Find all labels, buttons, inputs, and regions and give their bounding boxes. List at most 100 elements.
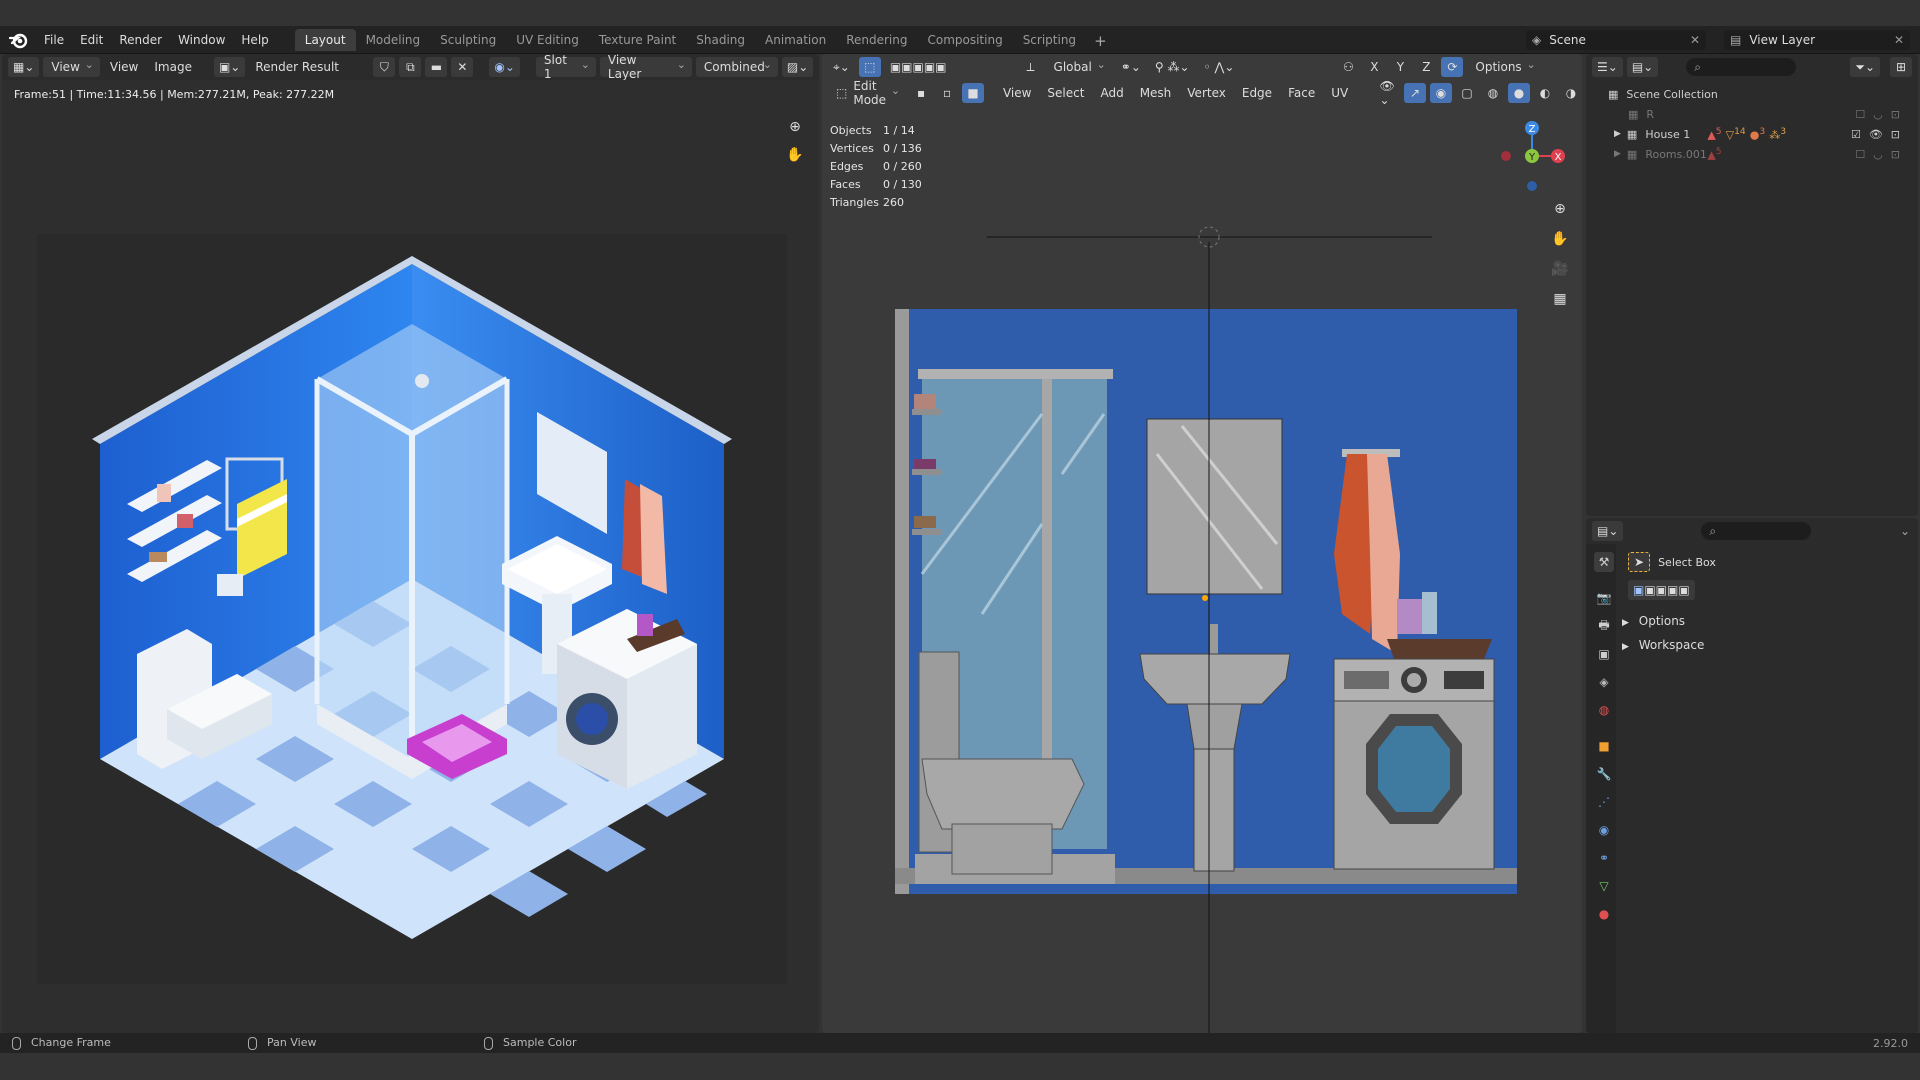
menu-face[interactable]: Face xyxy=(1282,86,1321,100)
particles-tab-icon[interactable]: ⋰ xyxy=(1594,792,1614,812)
display-channels-icon[interactable]: ▨⌄ xyxy=(781,57,814,77)
options-section[interactable]: ▶ Options xyxy=(1622,614,1685,628)
layer-dropdown[interactable]: View Layer xyxy=(599,54,692,81)
tool-tab-icon[interactable]: ⚒ xyxy=(1594,552,1614,572)
outliner-editor-type-icon[interactable]: ☰⌄ xyxy=(1592,57,1623,77)
visibility-icon[interactable]: 👁⌄ xyxy=(1374,79,1400,107)
menu-mesh[interactable]: Mesh xyxy=(1134,86,1178,100)
add-workspace-icon[interactable]: + xyxy=(1086,29,1115,51)
select-vertex-icon[interactable]: ▪ xyxy=(910,83,933,103)
image-browse-icon[interactable]: ▣⌄ xyxy=(213,57,246,77)
auto-merge-icon[interactable]: ⟳ xyxy=(1441,57,1464,77)
physics-tab-icon[interactable]: ◉ xyxy=(1594,820,1614,840)
select-box-icon[interactable]: ➤ xyxy=(1628,552,1651,572)
scene-collection-row[interactable]: ▦ Scene Collection xyxy=(1586,84,1918,104)
menu-vertex[interactable]: Vertex xyxy=(1181,86,1232,100)
orientation-icon[interactable]: ⟂ xyxy=(1019,57,1042,77)
workspace-section[interactable]: ▶ Workspace xyxy=(1622,638,1704,652)
visibility-toggles[interactable]: ☑👁⊡ xyxy=(1851,128,1908,141)
image-name-field[interactable]: Render Result xyxy=(249,60,369,74)
orientation-dropdown[interactable]: Global xyxy=(1045,57,1112,77)
pivot-icon[interactable]: ⚭⌄ xyxy=(1115,57,1146,77)
expand-arrow-icon[interactable]: ▶ xyxy=(1614,149,1621,159)
modifier-tab-icon[interactable]: 🔧 xyxy=(1594,764,1614,784)
select-mode-buttons[interactable]: ▣▣▣▣▣ xyxy=(884,57,952,77)
filter-icon[interactable]: ⏷⌄ xyxy=(1850,57,1880,77)
data-tab-icon[interactable]: ▽ xyxy=(1594,876,1614,896)
scene-close-icon[interactable]: ✕ xyxy=(1690,33,1700,47)
scene-selector[interactable]: ◈ Scene ✕ xyxy=(1526,30,1706,50)
outliner-item-rooms-001[interactable]: ▶ ▦ Rooms.001 ▲5 ☐◡⊡ xyxy=(1586,144,1918,164)
world-tab-icon[interactable]: ◍ xyxy=(1594,700,1614,720)
viewport-canvas[interactable] xyxy=(822,54,1582,1033)
menu-image[interactable]: Image xyxy=(148,60,198,74)
tab-shading[interactable]: Shading xyxy=(686,29,755,51)
shading-material-icon[interactable]: ◐ xyxy=(1533,83,1556,103)
view-layer-selector[interactable]: ▤ View Layer ✕ xyxy=(1724,30,1910,50)
menu-window[interactable]: Window xyxy=(170,30,233,50)
constraints-tab-icon[interactable]: ⚭ xyxy=(1594,848,1614,868)
expand-arrow-icon[interactable]: ▶ xyxy=(1614,129,1621,139)
scene-tab-icon[interactable]: ◈ xyxy=(1594,672,1614,692)
menu-file[interactable]: File xyxy=(36,30,72,50)
select-edge-icon[interactable]: ▫ xyxy=(936,83,959,103)
pan-hand-icon[interactable]: ✋ xyxy=(784,144,806,166)
editor-type-icon[interactable]: ▦⌄ xyxy=(8,57,40,77)
properties-editor-type-icon[interactable]: ▤⌄ xyxy=(1592,521,1624,541)
select-face-icon[interactable]: ■ xyxy=(962,83,985,103)
new-collection-icon[interactable]: ⊞ xyxy=(1890,57,1912,77)
zoom-icon[interactable]: ⊕ xyxy=(784,116,806,138)
menu-add[interactable]: Add xyxy=(1094,86,1129,100)
fake-user-icon[interactable]: ⛉ xyxy=(373,57,396,77)
menu-uv[interactable]: UV xyxy=(1325,86,1354,100)
menu-view[interactable]: View xyxy=(104,60,144,74)
camera-view-icon[interactable]: 🎥 xyxy=(1549,258,1571,280)
visibility-toggles[interactable]: ☐◡⊡ xyxy=(1855,148,1908,161)
pass-dropdown[interactable]: Combined xyxy=(695,57,778,77)
view-layer-tab-icon[interactable]: ▣ xyxy=(1594,644,1614,664)
tab-layout[interactable]: Layout xyxy=(294,28,356,51)
tab-modeling[interactable]: Modeling xyxy=(356,29,431,51)
mode-dropdown[interactable]: ⬚ Edit Mode xyxy=(828,79,907,107)
image-canvas[interactable]: Frame:51 | Time:11:34.56 | Mem:277.21M, … xyxy=(2,80,819,1033)
visibility-toggles[interactable]: ☐◡⊡ xyxy=(1855,108,1908,121)
duplicate-image-icon[interactable]: ⧉ xyxy=(399,57,422,77)
view-mode-dropdown[interactable]: View xyxy=(43,57,100,77)
tab-texture-paint[interactable]: Texture Paint xyxy=(589,29,686,51)
view-layer-close-icon[interactable]: ✕ xyxy=(1894,33,1904,47)
snap-icon[interactable]: ⚲ ⁂⌄ xyxy=(1149,57,1195,77)
mirror-y-button[interactable]: Y xyxy=(1389,57,1412,77)
gizmo-toggle-icon[interactable]: ↗ xyxy=(1403,83,1426,103)
tab-scripting[interactable]: Scripting xyxy=(1013,29,1086,51)
menu-edge[interactable]: Edge xyxy=(1236,86,1278,100)
ortho-grid-icon[interactable]: ▦ xyxy=(1549,288,1571,310)
menu-select[interactable]: Select xyxy=(1041,86,1090,100)
viewport-zoom-icon[interactable]: ⊕ xyxy=(1549,198,1571,220)
open-image-icon[interactable]: ▬ xyxy=(425,57,448,77)
select-tool-icon[interactable]: ⬚ xyxy=(858,57,881,77)
tab-compositing[interactable]: Compositing xyxy=(917,29,1012,51)
outliner-item-r[interactable]: ▦ R ☐◡⊡ xyxy=(1586,104,1918,124)
proportional-edit-icon[interactable]: ◦ ⋀⌄ xyxy=(1198,57,1240,77)
outliner-item-house-1[interactable]: ▶ ▦ House 1 ▲5 ▽14 ●3 ⁂3 ☑👁⊡ xyxy=(1586,124,1918,144)
tab-sculpting[interactable]: Sculpting xyxy=(430,29,506,51)
slot-dropdown[interactable]: Slot 1 xyxy=(535,54,596,81)
menu-help[interactable]: Help xyxy=(233,30,276,50)
selection-mode-buttons[interactable]: ▣ ▣▣▣▣ xyxy=(1628,580,1695,600)
mirror-icon[interactable]: ⚇ xyxy=(1337,57,1360,77)
render-tab-icon[interactable]: 📷 xyxy=(1594,588,1614,608)
material-tab-icon[interactable]: ● xyxy=(1594,904,1614,924)
xray-icon[interactable]: ▢ xyxy=(1455,83,1478,103)
shading-rendered-icon[interactable]: ◑ xyxy=(1559,83,1582,103)
viewport-pan-icon[interactable]: ✋ xyxy=(1549,228,1571,250)
output-tab-icon[interactable]: 🖶 xyxy=(1594,616,1614,636)
viewport-editor-type-icon[interactable]: ⌖⌄ xyxy=(828,57,855,77)
tab-animation[interactable]: Animation xyxy=(755,29,836,51)
tab-rendering[interactable]: Rendering xyxy=(836,29,917,51)
menu-edit[interactable]: Edit xyxy=(72,30,111,50)
shading-solid-icon[interactable]: ● xyxy=(1507,83,1530,103)
mirror-z-button[interactable]: Z xyxy=(1415,57,1438,77)
overlay-toggle-icon[interactable]: ◉ xyxy=(1429,83,1452,103)
display-mode-icon[interactable]: ▤⌄ xyxy=(1626,57,1659,77)
tab-uv-editing[interactable]: UV Editing xyxy=(506,29,589,51)
